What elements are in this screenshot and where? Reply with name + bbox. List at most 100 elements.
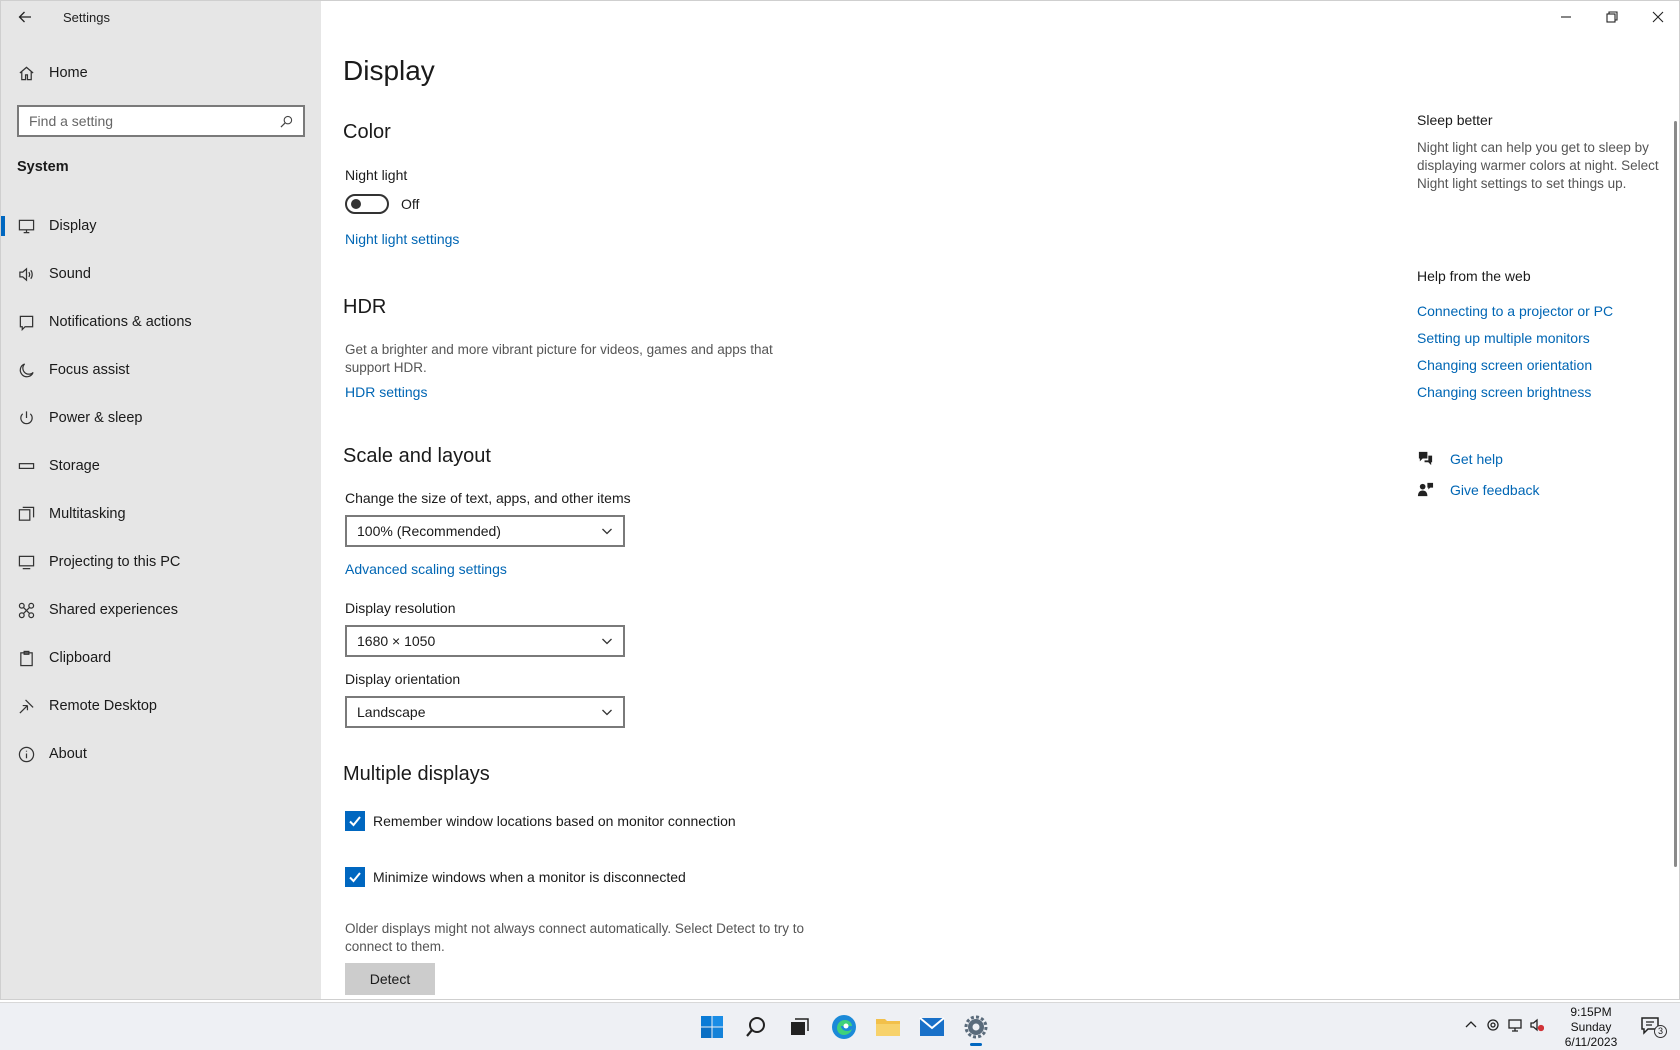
multitasking-icon bbox=[17, 505, 35, 523]
edge-browser-button[interactable] bbox=[824, 1007, 864, 1047]
sidebar-item-storage[interactable]: Storage bbox=[1, 442, 321, 490]
night-light-label: Night light bbox=[345, 167, 408, 183]
search-button[interactable] bbox=[736, 1007, 776, 1047]
remember-locations-checkbox[interactable] bbox=[345, 811, 365, 831]
volume-muted-icon bbox=[1530, 1018, 1544, 1032]
clock-day: Sunday bbox=[1570, 1020, 1612, 1034]
minimize-windows-checkbox[interactable] bbox=[345, 867, 365, 887]
info-icon bbox=[17, 745, 35, 763]
sidebar-item-sound[interactable]: Sound bbox=[1, 250, 321, 298]
sidebar-item-display[interactable]: Display bbox=[1, 202, 321, 250]
sidebar-item-focus-assist[interactable]: Focus assist bbox=[1, 346, 321, 394]
help-link-orientation[interactable]: Changing screen orientation bbox=[1417, 357, 1592, 373]
storage-icon bbox=[17, 457, 35, 475]
night-light-toggle[interactable] bbox=[345, 194, 389, 214]
file-explorer-button[interactable] bbox=[868, 1007, 908, 1047]
sidebar-section-label: System bbox=[17, 159, 69, 175]
notification-icon bbox=[17, 313, 35, 331]
tray-volume-button[interactable] bbox=[1526, 1013, 1548, 1037]
minimize-button[interactable] bbox=[1543, 1, 1589, 33]
size-label: Change the size of text, apps, and other… bbox=[345, 490, 631, 506]
sidebar-item-shared-experiences[interactable]: Shared experiences bbox=[1, 586, 321, 634]
sleep-better-heading: Sleep better bbox=[1417, 112, 1493, 128]
orientation-dropdown[interactable]: Landscape bbox=[345, 696, 625, 728]
search-input[interactable] bbox=[29, 113, 259, 129]
orientation-value: Landscape bbox=[357, 704, 426, 720]
color-heading: Color bbox=[343, 121, 391, 143]
scrollbar[interactable] bbox=[1674, 121, 1677, 867]
sidebar-item-label: Storage bbox=[49, 458, 100, 474]
sidebar-item-clipboard[interactable]: Clipboard bbox=[1, 634, 321, 682]
sidebar-home[interactable]: Home bbox=[1, 57, 321, 89]
taskbar-clock[interactable]: 9:15PM Sunday 6/11/2023 bbox=[1550, 1005, 1632, 1050]
chevron-up-icon bbox=[1465, 1021, 1477, 1028]
gear-icon bbox=[964, 1015, 988, 1039]
restore-button[interactable] bbox=[1589, 1, 1635, 33]
minimize-icon bbox=[1561, 16, 1571, 18]
sidebar-item-label: Notifications & actions bbox=[49, 314, 192, 330]
mail-button[interactable] bbox=[912, 1007, 952, 1047]
power-icon bbox=[17, 409, 35, 427]
notification-count-badge: 3 bbox=[1654, 1025, 1667, 1038]
app-title: Settings bbox=[63, 9, 110, 25]
taskbar-apps bbox=[692, 1007, 1000, 1047]
sidebar: Settings Home System Display Sound bbox=[1, 1, 321, 999]
detect-button[interactable]: Detect bbox=[345, 963, 435, 995]
search-box[interactable] bbox=[17, 105, 305, 137]
night-light-settings-link[interactable]: Night light settings bbox=[345, 231, 459, 247]
chevron-down-icon bbox=[602, 528, 612, 535]
back-button[interactable] bbox=[1, 1, 49, 33]
clock-date: 6/11/2023 bbox=[1564, 1035, 1618, 1049]
remember-locations-row[interactable]: Remember window locations based on monit… bbox=[345, 811, 736, 831]
toggle-knob bbox=[351, 199, 361, 209]
system-tray bbox=[1460, 1013, 1548, 1037]
hdr-description: Get a brighter and more vibrant picture … bbox=[345, 342, 773, 375]
remember-locations-label: Remember window locations based on monit… bbox=[373, 813, 736, 829]
home-icon bbox=[17, 64, 35, 82]
sidebar-item-notifications[interactable]: Notifications & actions bbox=[1, 298, 321, 346]
orientation-label: Display orientation bbox=[345, 671, 461, 687]
help-link-multiple-monitors[interactable]: Setting up multiple monitors bbox=[1417, 330, 1590, 346]
chevron-down-icon bbox=[602, 638, 612, 645]
get-help-icon bbox=[1418, 451, 1433, 466]
tray-network-button[interactable] bbox=[1504, 1013, 1526, 1037]
give-feedback-link[interactable]: Give feedback bbox=[1450, 482, 1540, 498]
sidebar-item-about[interactable]: About bbox=[1, 730, 321, 778]
help-heading: Help from the web bbox=[1417, 268, 1531, 284]
mail-icon bbox=[919, 1017, 945, 1036]
notification-center-button[interactable]: 3 bbox=[1640, 1015, 1667, 1039]
help-link-brightness[interactable]: Changing screen brightness bbox=[1417, 384, 1591, 400]
start-button[interactable] bbox=[692, 1007, 732, 1047]
tray-overflow-button[interactable] bbox=[1460, 1013, 1482, 1037]
sidebar-item-power-sleep[interactable]: Power & sleep bbox=[1, 394, 321, 442]
get-help-link[interactable]: Get help bbox=[1450, 451, 1503, 467]
resolution-dropdown[interactable]: 1680 × 1050 bbox=[345, 625, 625, 657]
get-help-row[interactable]: Get help bbox=[1417, 450, 1503, 467]
hdr-settings-link[interactable]: HDR settings bbox=[345, 384, 427, 400]
projector-icon bbox=[17, 553, 35, 571]
network-icon bbox=[1508, 1019, 1522, 1032]
close-icon bbox=[1652, 11, 1664, 23]
sidebar-home-label: Home bbox=[49, 65, 88, 81]
advanced-scaling-link[interactable]: Advanced scaling settings bbox=[345, 561, 507, 577]
scale-layout-heading: Scale and layout bbox=[343, 445, 491, 467]
sidebar-item-label: Shared experiences bbox=[49, 602, 178, 618]
moon-icon bbox=[17, 361, 35, 379]
night-light-toggle-row: Off bbox=[345, 194, 419, 214]
folder-icon bbox=[876, 1019, 900, 1036]
page-title: Display bbox=[343, 55, 435, 86]
task-view-button[interactable] bbox=[780, 1007, 820, 1047]
help-link-projector[interactable]: Connecting to a projector or PC bbox=[1417, 303, 1613, 319]
sidebar-item-multitasking[interactable]: Multitasking bbox=[1, 490, 321, 538]
camera-icon bbox=[1487, 1019, 1499, 1031]
settings-app-button[interactable] bbox=[956, 1007, 996, 1047]
minimize-windows-row[interactable]: Minimize windows when a monitor is disco… bbox=[345, 867, 686, 887]
sidebar-item-label: Clipboard bbox=[49, 650, 112, 666]
sidebar-item-remote-desktop[interactable]: Remote Desktop bbox=[1, 682, 321, 730]
tray-meet-button[interactable] bbox=[1482, 1013, 1504, 1037]
give-feedback-row[interactable]: Give feedback bbox=[1417, 481, 1540, 498]
scale-dropdown[interactable]: 100% (Recommended) bbox=[345, 515, 625, 547]
scale-value: 100% (Recommended) bbox=[357, 523, 501, 539]
close-button[interactable] bbox=[1635, 1, 1679, 33]
sidebar-item-projecting[interactable]: Projecting to this PC bbox=[1, 538, 321, 586]
